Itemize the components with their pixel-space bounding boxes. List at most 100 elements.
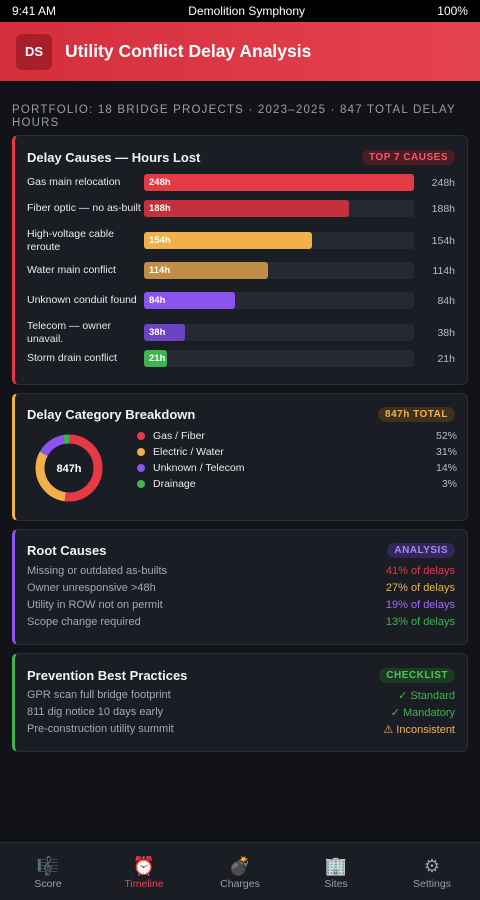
delay-bar-track: 188h bbox=[144, 200, 414, 217]
sites-icon: 🏢 bbox=[324, 855, 348, 876]
breakdown-title: Delay Category Breakdown bbox=[27, 406, 196, 422]
root-cause-label: Scope change required bbox=[27, 616, 141, 628]
delay-cause-row[interactable]: Fiber optic — no as-built 188h 188h bbox=[27, 200, 455, 217]
practice-label: 811 dig notice 10 days early bbox=[27, 706, 164, 718]
legend-percent: 3% bbox=[441, 478, 457, 490]
timeline-icon: ⏰ bbox=[132, 855, 156, 876]
delay-causes-title: Delay Causes — Hours Lost bbox=[27, 149, 201, 165]
charges-icon: 💣 bbox=[228, 855, 252, 876]
root-cause-label: Owner unresponsive >48h bbox=[27, 582, 156, 594]
settings-icon: ⚙ bbox=[423, 855, 441, 876]
delay-cause-label: Telecom — owner unavail. bbox=[27, 320, 112, 345]
nav-tab-sites[interactable]: 🏢 Sites bbox=[288, 843, 384, 900]
root-causes-title: Root Causes bbox=[27, 542, 107, 558]
nav-tab-score[interactable]: 🎼 Score bbox=[0, 843, 96, 900]
practice-status: ⚠ Inconsistent bbox=[383, 724, 455, 736]
legend-dot bbox=[137, 480, 145, 488]
nav-tab-timeline[interactable]: ⏰ Timeline bbox=[96, 843, 192, 900]
delay-bar: 188h bbox=[144, 200, 349, 217]
nav-label: Timeline bbox=[124, 877, 164, 890]
nav-label: Sites bbox=[324, 877, 348, 890]
delay-bar: 21h bbox=[144, 350, 167, 367]
legend-item: Unknown / Telecom 14% bbox=[137, 462, 457, 474]
legend-percent: 31% bbox=[435, 446, 457, 458]
status-app-name: Demolition Symphony bbox=[188, 4, 306, 18]
root-cause-share: 41% of delays bbox=[385, 565, 455, 577]
delay-bar-track: 38h bbox=[144, 324, 414, 341]
delay-cause-row[interactable]: Storm drain conflict 21h 21h bbox=[27, 350, 455, 367]
delay-hours-value: 21h bbox=[437, 352, 455, 365]
root-cause-label: Utility in ROW not on permit bbox=[27, 599, 163, 611]
delay-bar: 248h bbox=[144, 174, 414, 191]
donut-center-label: 847h bbox=[56, 463, 81, 475]
delay-bar-track: 248h bbox=[144, 174, 414, 191]
status-time: 9:41 AM bbox=[12, 4, 57, 18]
root-cause-row: Missing or outdated as-builts 41% of dela… bbox=[27, 565, 455, 577]
delay-cause-label: Gas main relocation bbox=[27, 176, 121, 189]
delay-cause-row[interactable]: High-voltage cable reroute 154h 154h bbox=[27, 228, 455, 253]
legend-dot bbox=[137, 448, 145, 456]
category-breakdown-card: Delay Category Breakdown 847h TOTAL 847h… bbox=[12, 393, 468, 521]
nav-tab-settings[interactable]: ⚙ Settings bbox=[384, 843, 480, 900]
score-icon: 🎼 bbox=[36, 855, 60, 876]
root-cause-label: Missing or outdated as-builts bbox=[27, 565, 168, 577]
legend-dot bbox=[137, 432, 145, 440]
practice-row: Pre-construction utility summit ⚠ Inconsi… bbox=[27, 723, 455, 736]
bottom-nav: 🎼 Score ⏰ Timeline 💣 Charges 🏢 Sites ⚙ Settings bbox=[0, 842, 480, 900]
delay-bar: 154h bbox=[144, 232, 312, 249]
delay-cause-row[interactable]: Unknown conduit found 84h 84h bbox=[27, 292, 455, 309]
delay-bar: 38h bbox=[144, 324, 185, 341]
app-logo[interactable]: DS bbox=[16, 33, 52, 70]
delay-cause-row[interactable]: Gas main relocation 248h 248h bbox=[27, 174, 455, 191]
legend-item: Gas / Fiber 52% bbox=[137, 430, 457, 442]
delay-hours-value: 114h bbox=[432, 264, 455, 277]
total-hours-badge: 847h TOTAL bbox=[378, 406, 455, 422]
practice-label: Pre-construction utility summit bbox=[27, 723, 174, 735]
delay-hours-value: 154h bbox=[431, 234, 455, 247]
practice-status: ✓ Standard bbox=[398, 690, 455, 702]
root-cause-share: 19% of delays bbox=[385, 599, 455, 611]
delay-cause-label: Water main conflict bbox=[27, 264, 116, 277]
nav-label: Score bbox=[34, 877, 62, 890]
root-cause-share: 27% of delays bbox=[385, 582, 455, 594]
nav-label: Settings bbox=[413, 877, 451, 890]
delay-bar-track: 114h bbox=[144, 262, 414, 279]
practice-status: ✓ Mandatory bbox=[390, 707, 455, 719]
delay-bar-track: 84h bbox=[144, 292, 414, 309]
delay-bar-track: 154h bbox=[144, 232, 414, 249]
root-cause-row: Owner unresponsive >48h 27% of delays bbox=[27, 582, 455, 594]
legend-item: Drainage 3% bbox=[137, 478, 457, 490]
root-causes-card: Root Causes ANALYSIS Missing or outdated… bbox=[12, 529, 468, 645]
legend-percent: 52% bbox=[435, 430, 457, 442]
delay-hours-value: 84h bbox=[437, 294, 455, 307]
delay-causes-card: Delay Causes — Hours Lost TOP 7 CAUSES G… bbox=[12, 135, 468, 385]
legend-label: Unknown / Telecom bbox=[153, 462, 245, 474]
delay-cause-label: Fiber optic — no as-built bbox=[27, 202, 141, 215]
legend-label: Drainage bbox=[153, 478, 196, 490]
legend-label: Gas / Fiber bbox=[153, 430, 205, 442]
delay-cause-label: Unknown conduit found bbox=[27, 294, 137, 307]
delay-bar: 114h bbox=[144, 262, 268, 279]
legend-dot bbox=[137, 464, 145, 472]
delay-hours-value: 38h bbox=[437, 326, 455, 339]
checklist-badge: CHECKLIST bbox=[379, 667, 455, 683]
practice-row: 811 dig notice 10 days early ✓ Mandatory bbox=[27, 706, 455, 719]
legend-label: Electric / Water bbox=[153, 446, 224, 458]
root-cause-row: Utility in ROW not on permit 19% of delay… bbox=[27, 599, 455, 611]
delay-cause-row[interactable]: Water main conflict 114h 114h bbox=[27, 262, 455, 279]
top-causes-badge: TOP 7 CAUSES bbox=[362, 149, 455, 165]
delay-cause-label: High-voltage cable reroute bbox=[27, 228, 114, 253]
prevention-card: Prevention Best Practices CHECKLIST GPR … bbox=[12, 653, 468, 752]
nav-tab-charges[interactable]: 💣 Charges bbox=[192, 843, 288, 900]
page-title: Utility Conflict Delay Analysis bbox=[65, 41, 312, 61]
status-battery: 100% bbox=[437, 4, 468, 18]
practice-row: GPR scan full bridge footprint ✓ Standard bbox=[27, 689, 455, 702]
delay-hours-value: 188h bbox=[431, 202, 455, 215]
delay-bar-track: 21h bbox=[144, 350, 414, 367]
root-cause-share: 13% of delays bbox=[385, 616, 455, 628]
delay-cause-label: Storm drain conflict bbox=[27, 352, 117, 365]
legend-percent: 14% bbox=[435, 462, 457, 474]
analysis-badge: ANALYSIS bbox=[387, 542, 455, 558]
delay-cause-row[interactable]: Telecom — owner unavail. 38h 38h bbox=[27, 320, 455, 345]
portfolio-summary: PORTFOLIO: 18 BRIDGE PROJECTS · 2023–202… bbox=[12, 104, 456, 129]
